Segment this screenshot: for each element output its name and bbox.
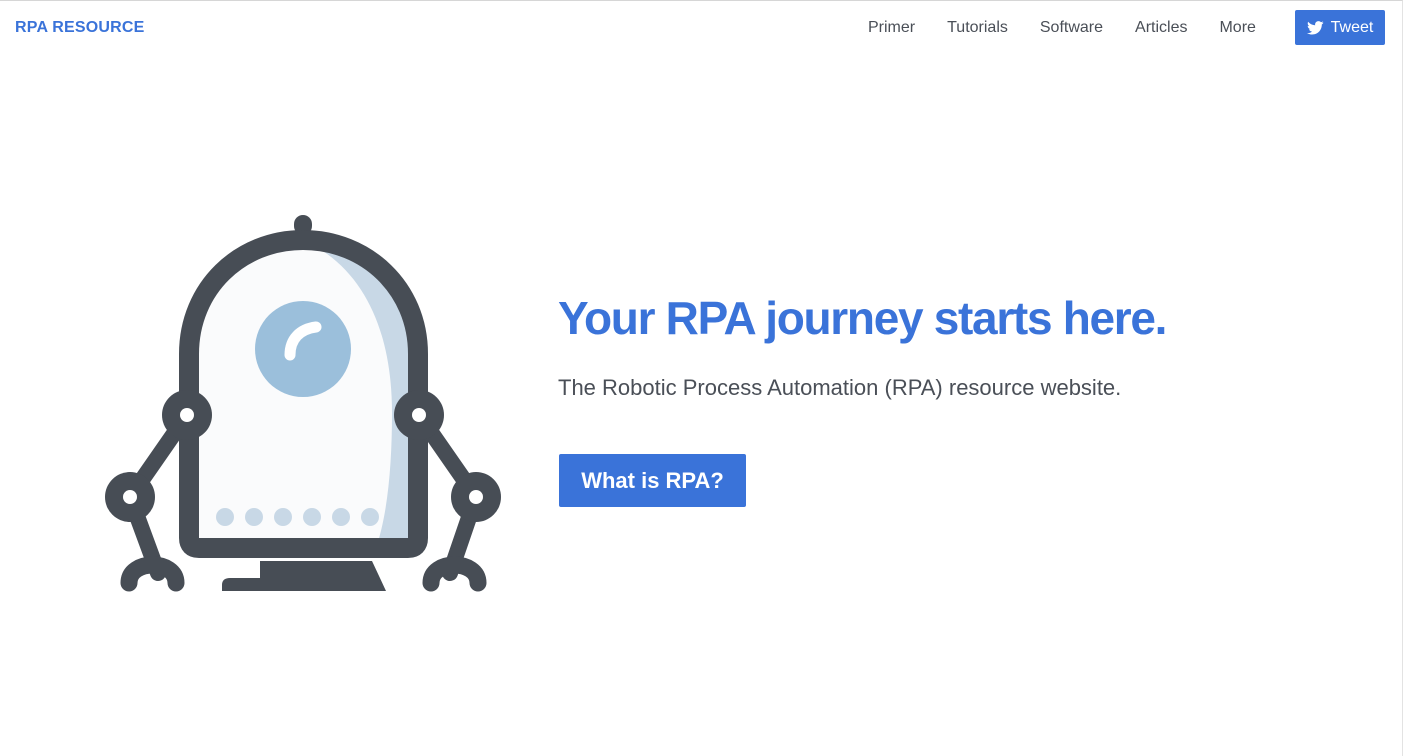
nav-link-articles[interactable]: Articles xyxy=(1119,19,1203,37)
twitter-bird-icon xyxy=(1306,20,1324,35)
navbar: RPA RESOURCE Primer Tutorials Software A… xyxy=(0,1,1402,55)
nav-links: Primer Tutorials Software Articles More xyxy=(852,1,1272,55)
hero-title: Your RPA journey starts here. xyxy=(558,292,1167,344)
page: RPA RESOURCE Primer Tutorials Software A… xyxy=(0,0,1403,756)
nav-link-more[interactable]: More xyxy=(1203,19,1271,37)
nav-link-software[interactable]: Software xyxy=(1024,19,1119,37)
tweet-label: Tweet xyxy=(1330,18,1374,36)
what-is-rpa-button[interactable]: What is RPA? xyxy=(559,454,746,507)
hero-subtitle: The Robotic Process Automation (RPA) res… xyxy=(558,375,1122,400)
nav-link-tutorials[interactable]: Tutorials xyxy=(931,19,1024,37)
robot-icon xyxy=(100,213,510,603)
brand-logo[interactable]: RPA RESOURCE xyxy=(15,19,145,37)
tweet-button[interactable]: Tweet xyxy=(1295,10,1385,45)
nav-link-primer[interactable]: Primer xyxy=(852,19,931,37)
